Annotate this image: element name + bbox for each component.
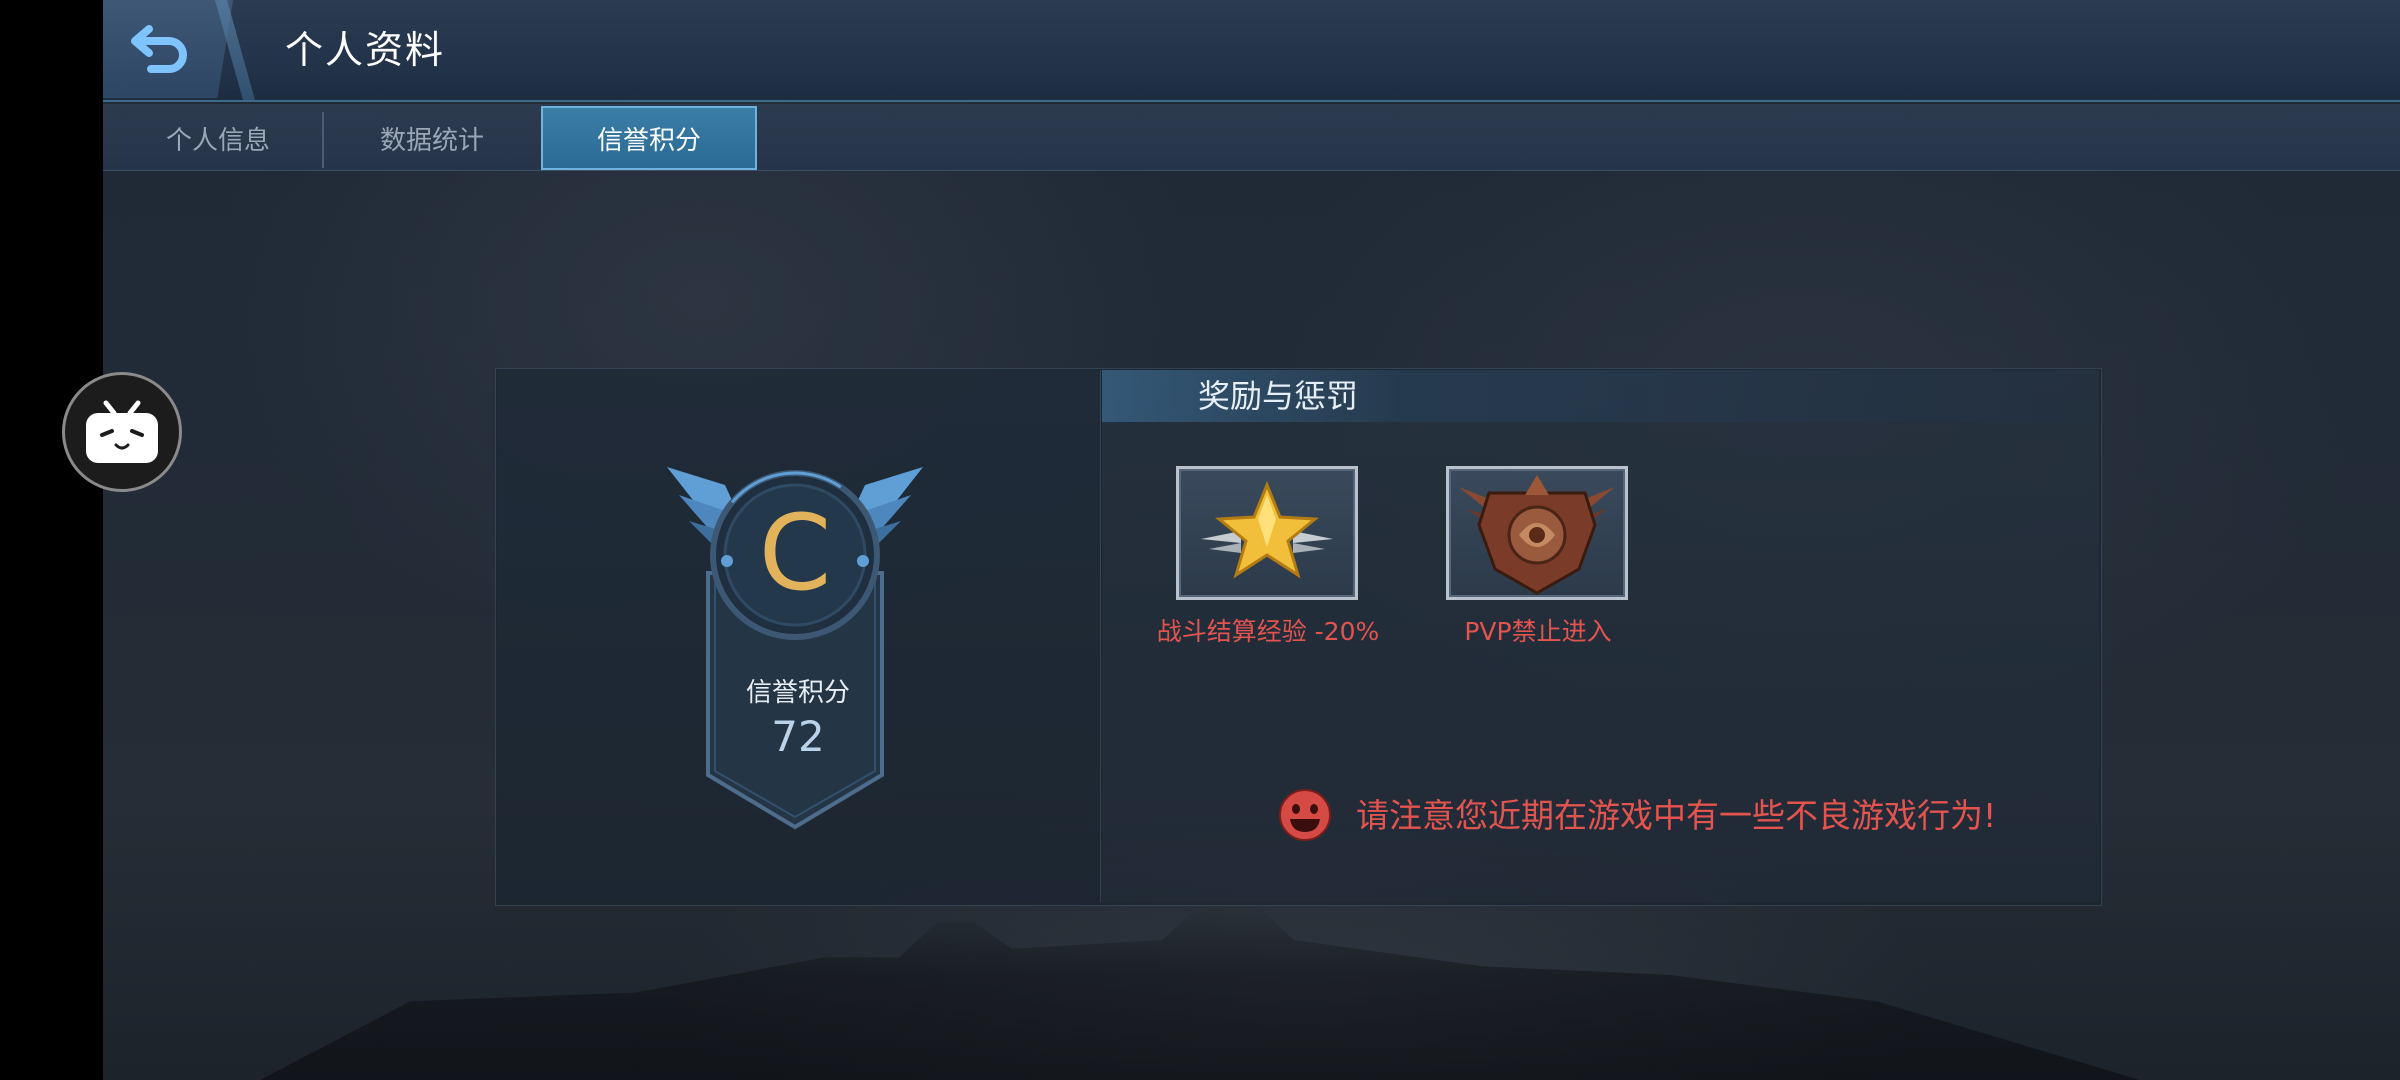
penalty-item-pvp-ban[interactable] [1446,466,1628,600]
red-face-icon [1279,789,1331,841]
tab-credit-score[interactable]: 信誉积分 [541,106,757,170]
header-bar [103,0,2400,102]
bronze-crest-icon [1459,475,1615,595]
tab-personal-info[interactable]: 个人信息 [110,106,326,170]
warning-message: 请注意您近期在游戏中有一些不良游戏行为! [1356,796,1997,835]
page-title: 个人资料 [285,28,446,72]
credit-label: 信誉积分 [745,678,850,708]
bilibili-tv-icon [86,400,158,463]
penalty-item-pvp-ban-label: PVP禁止进入 [1464,617,1612,646]
tab-data-stats[interactable]: 数据统计 [324,106,540,170]
floating-assist-button[interactable] [62,372,182,492]
screen: 个人资料 个人信息 数据统计 信誉积分 奖励与惩罚 C 信誉积分 72 战斗结算… [0,0,2400,1080]
reward-item-exp-penalty[interactable] [1176,466,1358,600]
credit-grade: C [759,492,832,614]
back-arrow-icon [131,25,187,73]
gold-star-icon [1201,481,1333,579]
credit-rank-emblem: C [667,467,923,830]
back-button[interactable] [118,12,202,84]
reward-item-exp-penalty-label: 战斗结算经验 -20% [1156,617,1380,646]
rewards-penalties-title: 奖励与惩罚 [1198,377,1359,415]
credit-value: 72 [771,712,825,761]
